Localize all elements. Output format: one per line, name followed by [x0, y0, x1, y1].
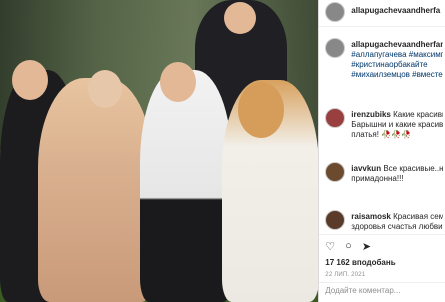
- comment-icon[interactable]: ○: [345, 240, 352, 253]
- likes-count[interactable]: 17 162 вподобань: [325, 258, 395, 267]
- comment-avatar[interactable]: [325, 162, 346, 182]
- divider: [319, 234, 445, 235]
- head: [160, 62, 196, 102]
- author-name[interactable]: allapugachevaandherfa: [351, 6, 443, 16]
- caption-tags-2[interactable]: #кристинаорбакайте: [351, 60, 443, 70]
- post-panel: allapugachevaandherfa allapugachevaandhe…: [318, 0, 445, 302]
- caption-avatar[interactable]: [325, 38, 346, 58]
- head: [224, 2, 256, 34]
- comment-avatar[interactable]: [325, 108, 346, 128]
- comment-body-2: примадонна!!!: [351, 174, 404, 183]
- post-photo[interactable]: [0, 0, 319, 302]
- post-date: 22 ЛИП. 2021: [325, 272, 366, 278]
- head: [238, 82, 284, 138]
- like-icon[interactable]: ♡: [325, 240, 335, 253]
- caption-author[interactable]: allapugachevaandherfami: [351, 40, 443, 50]
- comment-user[interactable]: raisamosk: [351, 212, 391, 221]
- divider: [319, 26, 445, 27]
- comment-text: iavvkun Все красивые..но: [351, 164, 443, 174]
- caption-tags-3[interactable]: #михаилземцов #вместе: [351, 70, 443, 80]
- comment-body-2: здоровья счастья любви: [351, 222, 443, 231]
- actions-bar: ♡ ○ ➤: [325, 240, 371, 253]
- man-white-jacket: [140, 70, 232, 302]
- comment-body-3: платья! 🥀🥀🥀: [351, 130, 412, 139]
- comment-body: Какие красивые: [393, 110, 443, 119]
- head: [12, 60, 48, 100]
- add-comment-field[interactable]: Додайте коментар...: [325, 286, 400, 295]
- comment-user[interactable]: irenzubiks: [351, 110, 391, 119]
- head: [88, 70, 122, 108]
- comment-text: irenzubiks Какие красивые: [351, 110, 443, 120]
- comment-body: Все красивые..но: [383, 164, 443, 173]
- caption-tags-1[interactable]: #аллапугачева #максимга: [351, 50, 443, 60]
- comment-avatar[interactable]: [325, 210, 346, 230]
- comment-user[interactable]: iavvkun: [351, 164, 381, 173]
- woman-gold-dress: [38, 78, 153, 302]
- divider: [319, 282, 445, 283]
- comment-text: raisamosk Красивая семья: [351, 212, 443, 222]
- comment-body: Красивая семья: [393, 212, 443, 221]
- instagram-post: allapugachevaandherfa allapugachevaandhe…: [0, 0, 445, 302]
- author-avatar[interactable]: [325, 2, 346, 22]
- share-icon[interactable]: ➤: [362, 240, 371, 253]
- comment-body-2: Барышни и какие красивые: [351, 120, 443, 129]
